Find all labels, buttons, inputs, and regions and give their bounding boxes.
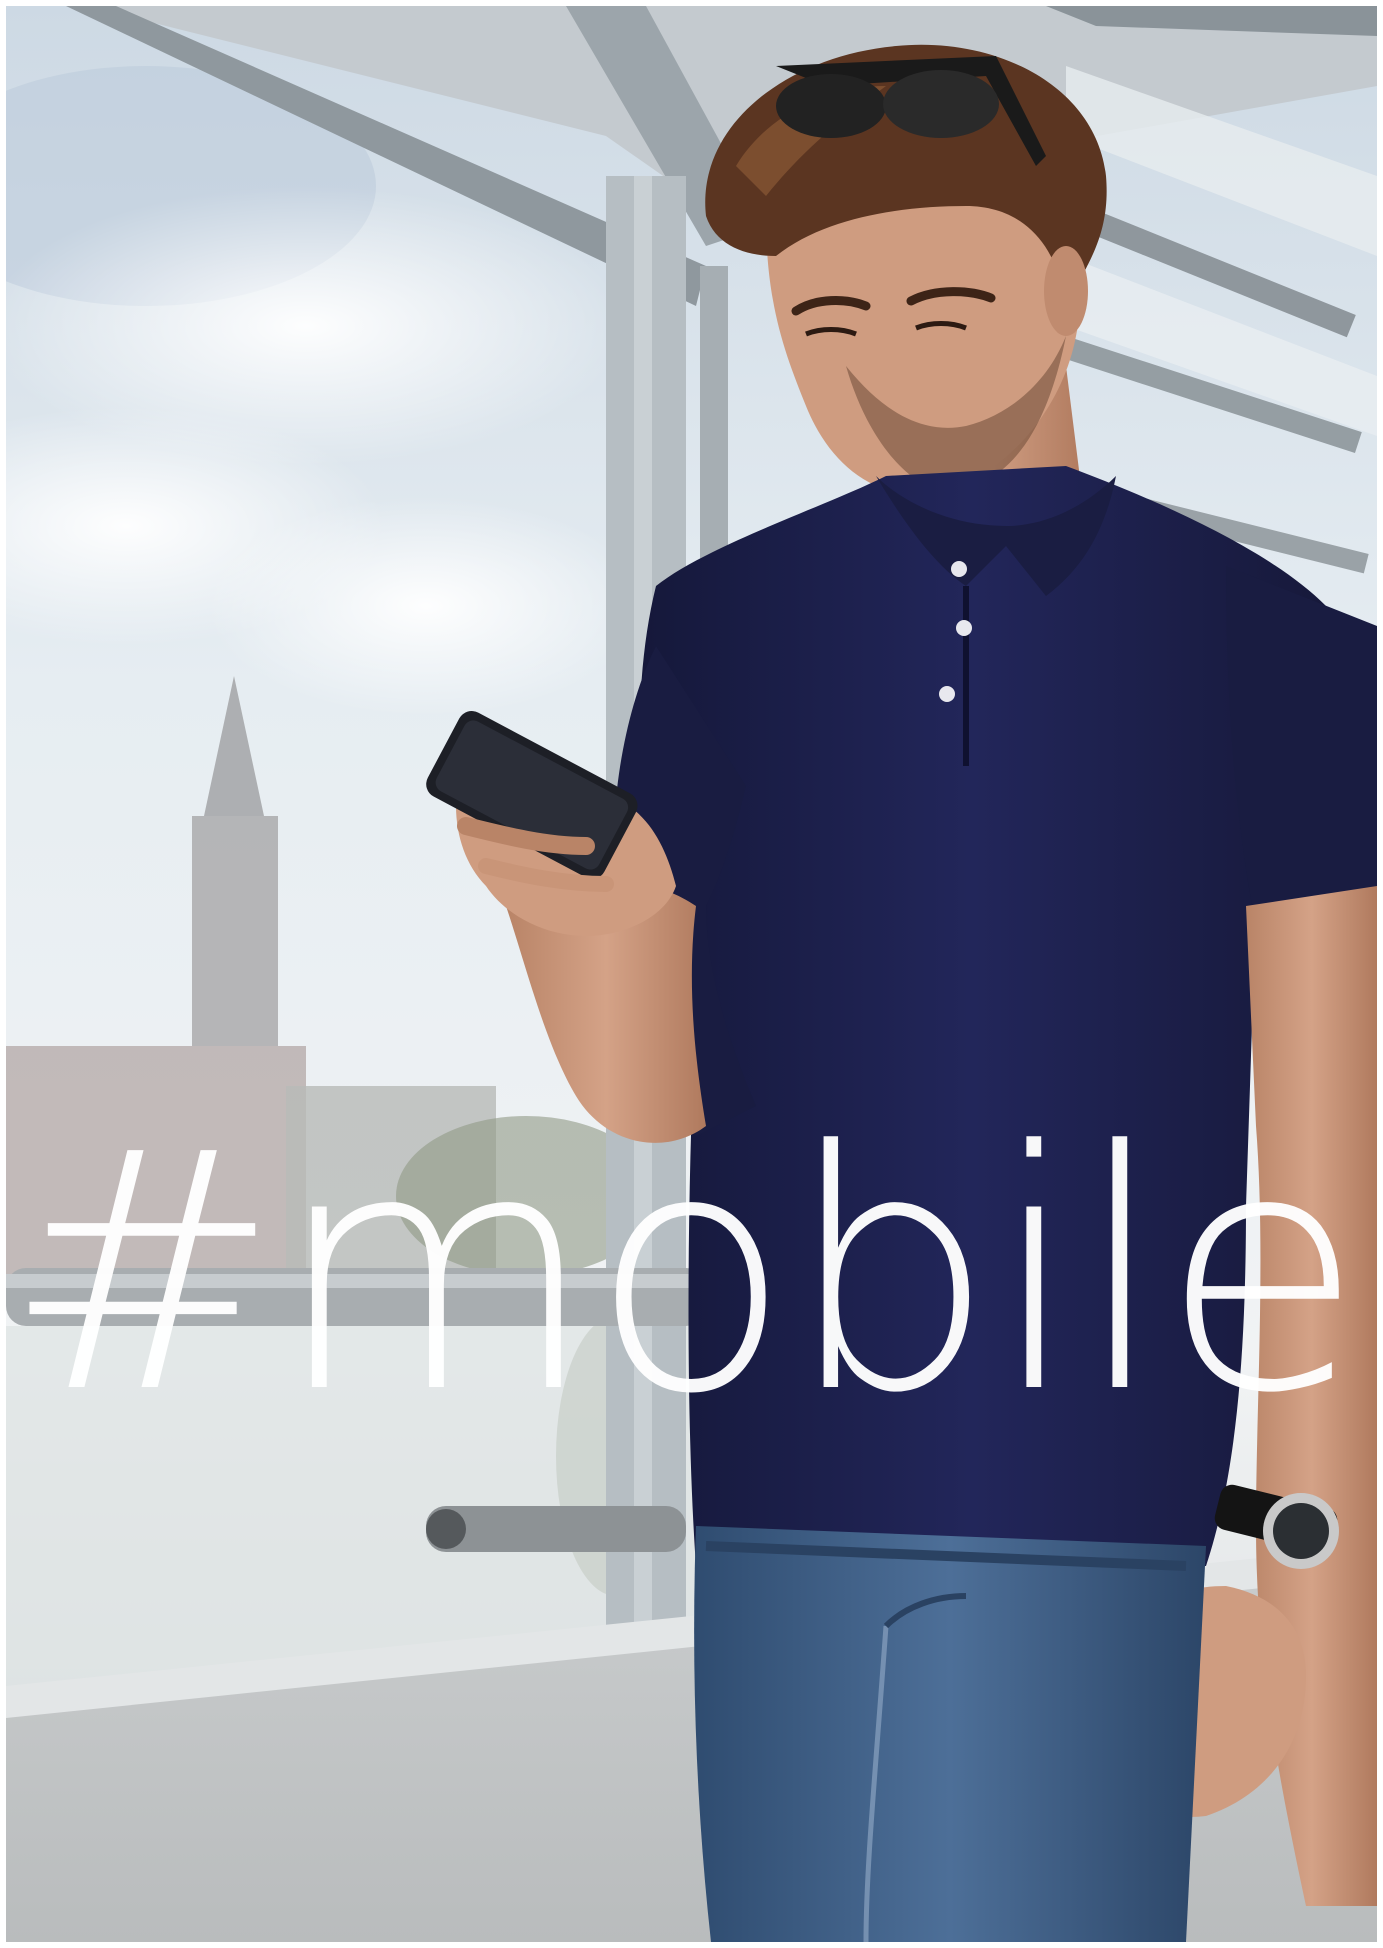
headline: #mobile xyxy=(4,1081,1364,1465)
hero-photo xyxy=(6,6,1377,1942)
advert-page: #mobile xyxy=(0,0,1383,1948)
